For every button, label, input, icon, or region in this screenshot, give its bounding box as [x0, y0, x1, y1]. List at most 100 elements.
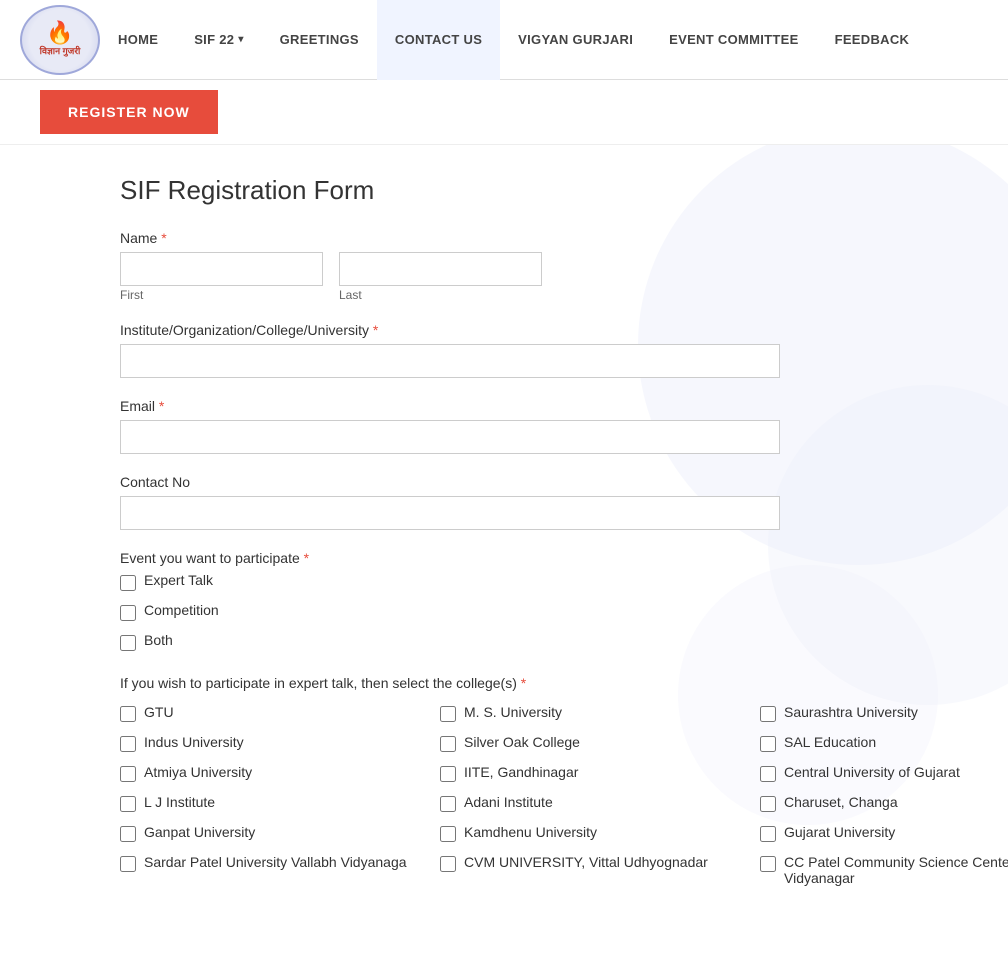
event-option-expert-talk: Expert Talk — [120, 572, 780, 594]
nav-greetings[interactable]: GREETINGS — [262, 0, 377, 80]
institute-field-group: Institute/Organization/College/Universit… — [120, 322, 780, 378]
college-checkbox-sardar[interactable] — [120, 856, 136, 872]
college-label-gtu: GTU — [144, 704, 174, 720]
name-label: Name * — [120, 230, 780, 246]
college-checkbox-kamdhenu[interactable] — [440, 826, 456, 842]
college-item-saurashtra: Saurashtra University — [760, 704, 1008, 726]
college-checkbox-cvm[interactable] — [440, 856, 456, 872]
event-field-group: Event you want to participate * Expert T… — [120, 550, 780, 654]
form-container: SIF Registration Form Name * First Last — [0, 165, 900, 952]
email-required: * — [159, 398, 164, 414]
college-checkbox-iite[interactable] — [440, 766, 456, 782]
college-label-indus: Indus University — [144, 734, 244, 750]
college-required: * — [521, 675, 526, 691]
nav-vigyan[interactable]: VIGYAN GURJARI — [500, 0, 651, 80]
first-name-col: First — [120, 252, 323, 302]
college-checkbox-atmiya[interactable] — [120, 766, 136, 782]
college-checkbox-gujarat-university[interactable] — [760, 826, 776, 842]
competition-checkbox[interactable] — [120, 605, 136, 621]
email-input[interactable] — [120, 420, 780, 454]
college-item-central-gujarat: Central University of Gujarat — [760, 764, 1008, 786]
nav-sif22[interactable]: SIF 22 ▾ — [176, 0, 261, 80]
email-field-group: Email * — [120, 398, 780, 454]
college-label-sal: SAL Education — [784, 734, 876, 750]
institute-label: Institute/Organization/College/Universit… — [120, 322, 780, 338]
nav-event-committee[interactable]: EVENT COMMITTEE — [651, 0, 816, 80]
college-item-iite: IITE, Gandhinagar — [440, 764, 750, 786]
navbar: 🔥 विज्ञान गुजरी HOME SIF 22 ▾ GREETINGS … — [0, 0, 1008, 80]
competition-label: Competition — [144, 602, 219, 618]
register-now-button[interactable]: REGISTER NOW — [40, 90, 218, 134]
college-label-saurashtra: Saurashtra University — [784, 704, 918, 720]
last-name-input[interactable] — [339, 252, 542, 286]
college-checkbox-sal[interactable] — [760, 736, 776, 752]
college-item-gtu: GTU — [120, 704, 430, 726]
nav-home[interactable]: HOME — [100, 0, 176, 80]
event-required: * — [304, 550, 309, 566]
last-name-label: Last — [339, 288, 542, 302]
college-item-atmiya: Atmiya University — [120, 764, 430, 786]
college-item-silver-oak: Silver Oak College — [440, 734, 750, 756]
both-checkbox[interactable] — [120, 635, 136, 651]
main-content: SIF Registration Form Name * First Last — [0, 145, 1008, 972]
college-label-silver-oak: Silver Oak College — [464, 734, 580, 750]
sif22-dropdown-arrow: ▾ — [238, 34, 243, 45]
college-checkbox-indus[interactable] — [120, 736, 136, 752]
contact-label: Contact No — [120, 474, 780, 490]
college-checkbox-ganpat[interactable] — [120, 826, 136, 842]
college-label-ganpat: Ganpat University — [144, 824, 255, 840]
institute-input[interactable] — [120, 344, 780, 378]
register-row: REGISTER NOW — [0, 80, 1008, 145]
college-label-kamdhenu: Kamdhenu University — [464, 824, 597, 840]
name-field-group: Name * First Last — [120, 230, 780, 302]
college-checkbox-lj[interactable] — [120, 796, 136, 812]
college-field-group: If you wish to participate in expert tal… — [120, 674, 780, 892]
college-checkbox-central-gujarat[interactable] — [760, 766, 776, 782]
college-label-atmiya: Atmiya University — [144, 764, 252, 780]
college-checkbox-ms-university[interactable] — [440, 706, 456, 722]
first-name-input[interactable] — [120, 252, 323, 286]
event-label: Event you want to participate * — [120, 550, 780, 566]
college-section-label: If you wish to participate in expert tal… — [120, 674, 780, 694]
college-label-sardar: Sardar Patel University Vallabh Vidyanag… — [144, 854, 407, 870]
college-item-charuset: Charuset, Changa — [760, 794, 1008, 816]
contact-input[interactable] — [120, 496, 780, 530]
event-checkbox-group: Expert Talk Competition Both — [120, 572, 780, 654]
college-item-sardar: Sardar Patel University Vallabh Vidyanag… — [120, 854, 430, 892]
contact-field-group: Contact No — [120, 474, 780, 530]
email-label: Email * — [120, 398, 780, 414]
both-label: Both — [144, 632, 173, 648]
college-item-sal: SAL Education — [760, 734, 1008, 756]
college-label-lj: L J Institute — [144, 794, 215, 810]
college-checkbox-gtu[interactable] — [120, 706, 136, 722]
colleges-grid: GTUM. S. UniversitySaurashtra University… — [120, 704, 780, 892]
logo-text: विज्ञान गुजरी — [40, 44, 81, 57]
college-label-cvm: CVM UNIVERSITY, Vittal Udhyognadar — [464, 854, 708, 870]
college-item-ganpat: Ganpat University — [120, 824, 430, 846]
logo[interactable]: 🔥 विज्ञान गुजरी — [20, 5, 100, 75]
college-checkbox-charuset[interactable] — [760, 796, 776, 812]
college-item-adani: Adani Institute — [440, 794, 750, 816]
college-item-ms-university: M. S. University — [440, 704, 750, 726]
nav-links: HOME SIF 22 ▾ GREETINGS CONTACT US VIGYA… — [100, 0, 988, 80]
college-item-cc-patel: CC Patel Community Science Center, Valla… — [760, 854, 1008, 892]
college-checkbox-adani[interactable] — [440, 796, 456, 812]
name-required: * — [161, 230, 166, 246]
event-option-competition: Competition — [120, 602, 780, 624]
college-label-cc-patel: CC Patel Community Science Center, Valla… — [784, 854, 1008, 886]
college-item-indus: Indus University — [120, 734, 430, 756]
nav-contact[interactable]: CONTACT US — [377, 0, 500, 80]
college-label-gujarat-university: Gujarat University — [784, 824, 895, 840]
college-checkbox-silver-oak[interactable] — [440, 736, 456, 752]
college-item-gujarat-university: Gujarat University — [760, 824, 1008, 846]
expert-talk-label: Expert Talk — [144, 572, 213, 588]
college-label-ms-university: M. S. University — [464, 704, 562, 720]
college-label-charuset: Charuset, Changa — [784, 794, 898, 810]
college-label-adani: Adani Institute — [464, 794, 553, 810]
college-checkbox-cc-patel[interactable] — [760, 856, 776, 872]
college-checkbox-saurashtra[interactable] — [760, 706, 776, 722]
form-title: SIF Registration Form — [120, 175, 780, 206]
expert-talk-checkbox[interactable] — [120, 575, 136, 591]
nav-feedback[interactable]: FEEDBACK — [817, 0, 928, 80]
last-name-col: Last — [339, 252, 542, 302]
